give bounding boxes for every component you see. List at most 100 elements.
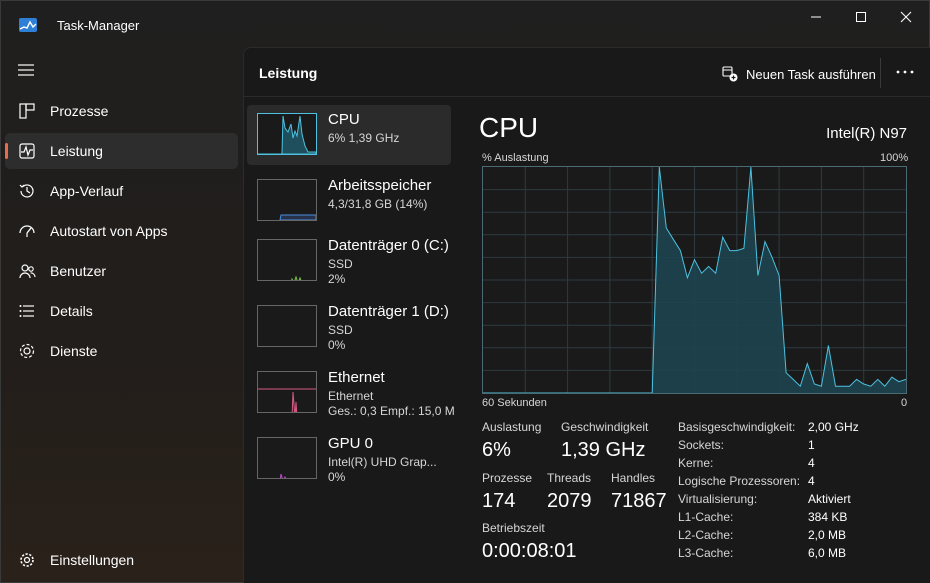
spec-value: 4 [808,456,815,470]
sidebar-item-dienste[interactable]: Dienste [5,333,238,369]
sidebar-item-benutzer[interactable]: Benutzer [5,253,238,289]
resource-name: Arbeitsspeicher [328,177,432,194]
spec-label: L3-Cache: [678,546,734,560]
graph-ylabel: % Auslastung [482,152,549,164]
spec-label: Kerne: [678,456,714,470]
spec-label: Virtualisierung: [678,492,758,506]
sidebar-item-label: Dienste [50,343,98,359]
resource-name: Datenträger 0 (C:) [328,237,449,254]
spec-label: Logische Prozessoren: [678,474,801,488]
title-bar: Task-Manager [1,1,929,47]
sidebar-item-leistung[interactable]: Leistung [5,133,238,169]
spec-label: Sockets: [678,438,725,452]
sidebar-item-einstellungen[interactable]: Einstellungen [5,542,238,578]
header-divider [244,96,930,97]
stat-label-prozesse: Prozesse [482,471,533,485]
resource-detail: Intel(R) UHD Grap... [328,455,437,469]
settings-label: Einstellungen [50,552,135,568]
resource-detail: 0% [328,470,346,484]
performance-icon [19,143,35,159]
resource-detail: Ges.: 0,3 Empf.: 15,0 MB [328,404,454,418]
gpu-thumbnail-graph [257,437,317,479]
spec-value: 1 [808,438,815,452]
spec-value: 2,0 MB [808,528,847,542]
close-icon [900,11,912,23]
startup-icon [19,225,35,237]
minimize-button[interactable] [793,1,839,33]
stat-value-threads: 2079 [547,490,592,512]
resource-detail: 6% 1,39 GHz [328,131,400,145]
resource-name: Datenträger 1 (D:) [328,303,449,320]
resource-detail: Ethernet [328,389,374,403]
sidebar-item-label: Prozesse [50,103,109,119]
hamburger-menu-icon[interactable] [17,63,35,77]
stat-value-geschwindigkeit: 1,39 GHz [561,439,646,461]
active-indicator [5,143,8,159]
spec-value: 2,00 GHz [808,420,859,434]
close-button[interactable] [883,1,929,33]
spec-value: Aktiviert [808,492,851,506]
stat-label-geschwindigkeit: Geschwindigkeit [561,420,649,434]
resource-item-ethernet[interactable]: Ethernet Ethernet Ges.: 0,3 Empf.: 15,0 … [247,363,454,423]
memory-thumbnail-graph [257,179,317,221]
graph-xmin: 0 [901,397,908,409]
stat-label-betriebszeit: Betriebszeit [482,521,545,535]
window-title: Task-Manager [57,18,140,33]
new-task-button[interactable]: Neuen Task ausführen [722,61,876,87]
gear-icon [20,553,34,567]
minimize-icon [811,16,821,18]
resource-item-disk1[interactable]: Datenträger 1 (D:) SSD 0% [247,297,451,357]
resource-name: GPU 0 [328,435,374,452]
sidebar: Prozesse Leistung App-Verlauf Autostart … [1,47,243,583]
cpu-thumbnail-graph [257,113,317,155]
resource-detail: SSD [328,257,353,271]
resource-item-memory[interactable]: Arbeitsspeicher 4,3/31,8 GB (14%) [247,171,451,231]
resource-name: CPU [328,111,360,128]
disk0-thumbnail-graph [257,239,317,281]
spec-value: 6,0 MB [808,546,847,560]
resource-name: Ethernet [328,369,385,386]
main-panel: Leistung Neuen Task ausführen CPU 6% 1,3… [243,47,930,583]
more-options-icon[interactable] [896,70,914,74]
sidebar-item-label: Details [50,303,93,319]
stat-value-prozesse: 174 [482,490,516,512]
sidebar-item-prozesse[interactable]: Prozesse [5,93,238,129]
ethernet-thumbnail-graph [257,371,317,413]
resource-detail: SSD [328,323,353,337]
sidebar-item-label: Leistung [50,143,103,159]
detail-title: CPU [479,112,539,143]
cpu-model: Intel(R) N97 [826,125,907,142]
spec-label: L1-Cache: [678,510,734,524]
graph-xlabel: 60 Sekunden [482,397,547,409]
maximize-button[interactable] [838,1,884,33]
resource-item-disk0[interactable]: Datenträger 0 (C:) SSD 2% [247,231,451,291]
disk1-thumbnail-graph [257,305,317,347]
maximize-icon [856,12,866,22]
graph-ymax: 100% [880,152,909,164]
resource-detail: 4,3/31,8 GB (14%) [328,197,428,211]
stat-label-handles: Handles [611,471,656,485]
spec-value: 384 KB [808,510,848,524]
resource-item-gpu0[interactable]: GPU 0 Intel(R) UHD Grap... 0% [247,429,451,489]
sidebar-item-label: Autostart von Apps [50,223,168,239]
new-task-icon [722,66,738,82]
stat-value-handles: 71867 [611,490,667,512]
page-title: Leistung [259,65,318,81]
stat-label-threads: Threads [547,471,592,485]
resource-detail: 0% [328,338,346,352]
sidebar-item-details[interactable]: Details [5,293,238,329]
stat-value-betriebszeit: 0:00:08:01 [482,540,577,562]
cpu-usage-graph [482,166,907,394]
details-icon [19,305,34,317]
spec-label: L2-Cache: [678,528,734,542]
new-task-label: Neuen Task ausführen [746,66,876,82]
resource-item-cpu[interactable]: CPU 6% 1,39 GHz [247,105,451,165]
services-icon [19,343,35,359]
sidebar-item-label: App-Verlauf [50,183,124,199]
users-icon [19,264,36,279]
toolbar-divider [880,58,881,88]
resource-detail: 2% [328,272,346,286]
sidebar-item-autostart[interactable]: Autostart von Apps [5,213,238,249]
sidebar-item-app-verlauf[interactable]: App-Verlauf [5,173,238,209]
task-manager-window: Task-Manager Prozesse Leistung App-Verla… [0,0,930,583]
